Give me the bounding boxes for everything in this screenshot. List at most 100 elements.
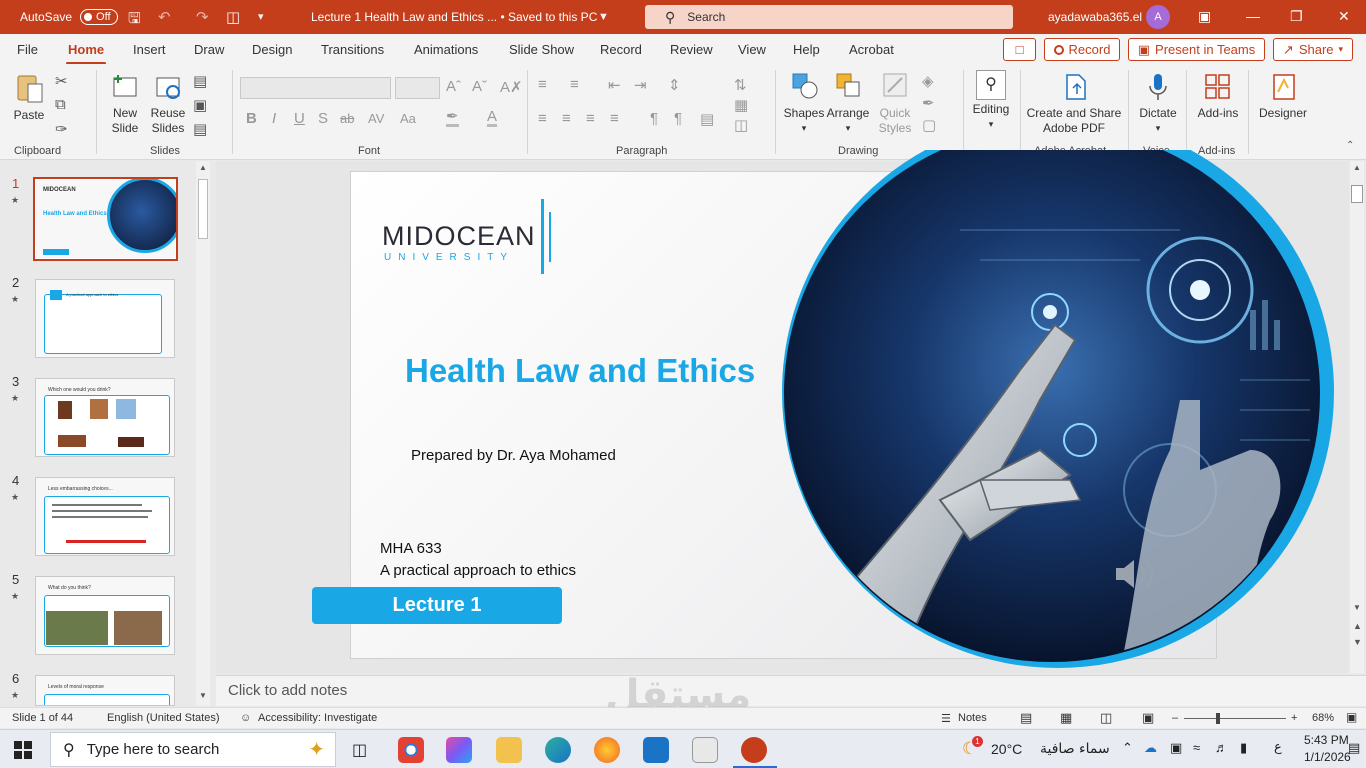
font-size-combo[interactable]	[395, 77, 440, 99]
dictate-button[interactable]: Dictate ▾	[1136, 72, 1180, 136]
new-slide-button[interactable]: New Slide	[104, 72, 146, 136]
weather-temp[interactable]: 20°C	[991, 741, 1022, 757]
slide-sorter-icon[interactable]: ▦	[1060, 710, 1072, 726]
present-in-teams-button[interactable]: ▣ Present in Teams	[1128, 38, 1265, 61]
battery-icon[interactable]: ▮	[1240, 740, 1247, 756]
increase-indent-icon[interactable]: ⇥	[634, 76, 647, 94]
thumbnail-scrollbar[interactable]: ▲ ▼	[196, 161, 210, 706]
copy-icon[interactable]: ⧉	[55, 96, 66, 113]
editing-button[interactable]: ⚲ Editing ▾	[970, 70, 1012, 132]
scroll-up-icon[interactable]: ▲	[199, 163, 207, 172]
notes-toggle[interactable]: Notes	[958, 712, 987, 724]
powerpoint-icon[interactable]	[741, 737, 767, 763]
account-name[interactable]: ayadawaba365.el	[1048, 10, 1142, 24]
numbering-icon[interactable]: ≡	[570, 76, 579, 93]
meet-now-icon[interactable]: ▣	[1170, 740, 1182, 756]
slide-count[interactable]: Slide 1 of 44	[12, 712, 73, 724]
align-left-icon[interactable]: ≡	[538, 110, 547, 127]
font-name-combo[interactable]	[240, 77, 391, 99]
tray-chevron-icon[interactable]: ⌃	[1122, 740, 1133, 756]
onedrive-icon[interactable]: ☁	[1144, 740, 1157, 756]
bullets-icon[interactable]: ≡	[538, 76, 547, 93]
autosave-control[interactable]: AutoSave Off	[20, 9, 119, 25]
redo-icon[interactable]: ↷	[196, 8, 209, 26]
wifi-icon[interactable]: ≈	[1193, 740, 1200, 755]
tab-record[interactable]: Record	[600, 42, 642, 57]
notifications-icon[interactable]: ▤	[1348, 740, 1360, 756]
title-chevron-icon[interactable]: ▼	[598, 11, 609, 23]
align-right-icon[interactable]: ≡	[586, 110, 595, 127]
search-box[interactable]: ⚲ Search	[645, 5, 1013, 29]
slide-scroll-thumb[interactable]	[1351, 185, 1363, 203]
shape-outline-icon[interactable]: ✒	[922, 94, 935, 112]
slide-thumbnail-4[interactable]: Less embarrassing choices...	[35, 477, 175, 556]
reading-view-icon[interactable]: ◫	[1100, 710, 1112, 726]
document-title[interactable]: Lecture 1 Health Law and Ethics ... • Sa…	[311, 10, 597, 24]
notes-pane[interactable]: Click to add notes	[216, 675, 1366, 706]
increase-font-icon[interactable]: Aˆ	[446, 78, 461, 95]
edge-icon[interactable]	[545, 737, 571, 763]
tab-home[interactable]: Home	[65, 42, 107, 65]
tab-draw[interactable]: Draw	[194, 42, 224, 57]
next-slide-icon[interactable]: ▼	[1353, 637, 1362, 647]
customize-toolbar-chevron-icon[interactable]: ▾	[258, 10, 264, 23]
tab-transitions[interactable]: Transitions	[321, 42, 384, 57]
zoom-in-icon[interactable]: +	[1291, 712, 1297, 724]
slide-scrollbar[interactable]: ▲ ▼ ▲ ▼	[1350, 161, 1364, 673]
format-painter-icon[interactable]: ✑	[55, 120, 68, 138]
taskbar-search[interactable]: ⚲ Type here to search ✦	[50, 732, 336, 767]
shape-effects-icon[interactable]: ▢	[922, 116, 936, 134]
slide-thumbnail-6[interactable]: Levels of moral response	[35, 675, 175, 706]
clock-time[interactable]: 5:43 PM	[1304, 733, 1349, 747]
highlight-icon[interactable]: ✒	[446, 109, 459, 127]
rtl-icon[interactable]: ¶	[674, 110, 682, 127]
input-language[interactable]: ع	[1274, 740, 1282, 755]
add-ins-button[interactable]: Add-ins	[1194, 72, 1242, 121]
ribbon-display-icon[interactable]: ▣	[1198, 8, 1211, 25]
windows-start-icon[interactable]	[14, 741, 32, 759]
bold-icon[interactable]: B	[246, 110, 257, 127]
create-share-pdf-button[interactable]: Create and Share Adobe PDF	[1024, 72, 1124, 136]
change-case-icon[interactable]: Aa	[400, 111, 416, 126]
italic-icon[interactable]: I	[272, 110, 276, 127]
ltr-icon[interactable]: ¶	[650, 110, 658, 127]
underline-icon[interactable]: U	[294, 110, 305, 127]
close-icon[interactable]: ✕	[1338, 8, 1350, 25]
normal-view-icon[interactable]: ▤	[1020, 710, 1032, 726]
zoom-level[interactable]: 68%	[1312, 712, 1334, 724]
strikethrough-icon[interactable]: ab	[340, 111, 354, 126]
fit-slide-icon[interactable]: ▣	[1346, 710, 1357, 724]
section-icon[interactable]: ▤	[193, 120, 207, 138]
tab-animations[interactable]: Animations	[414, 42, 478, 57]
language-status[interactable]: English (United States)	[107, 712, 220, 724]
shapes-button[interactable]: Shapes ▾	[783, 70, 825, 136]
comments-button[interactable]: □	[1003, 38, 1036, 61]
reset-icon[interactable]: ▣	[193, 96, 207, 114]
scroll-up-icon[interactable]: ▲	[1353, 163, 1361, 172]
chrome-icon[interactable]	[398, 737, 424, 763]
slide-thumbnail-5[interactable]: What do you think?	[35, 576, 175, 655]
scroll-down-icon[interactable]: ▼	[1353, 603, 1361, 612]
align-text-icon[interactable]: ▦	[734, 96, 748, 114]
firefox-icon[interactable]	[594, 737, 620, 763]
tab-review[interactable]: Review	[670, 42, 713, 57]
text-direction-icon[interactable]: ⇅	[734, 76, 747, 94]
share-button[interactable]: ↗ Share ▾	[1273, 38, 1353, 61]
paste-button[interactable]: Paste	[10, 72, 48, 123]
zoom-slider[interactable]	[1184, 718, 1286, 719]
smartart-icon[interactable]: ◫	[734, 116, 748, 134]
tab-help[interactable]: Help	[793, 42, 820, 57]
thumbnail-scroll-thumb[interactable]	[198, 179, 208, 239]
character-spacing-icon[interactable]: AV	[368, 111, 384, 126]
scroll-down-icon[interactable]: ▼	[199, 691, 207, 700]
autosave-toggle[interactable]: Off	[80, 9, 119, 25]
slide-thumbnail-3[interactable]: Which one would you drink?	[35, 378, 175, 457]
line-spacing-icon[interactable]: ⇕	[668, 76, 681, 94]
zoom-out-icon[interactable]: –	[1172, 712, 1178, 724]
tab-slide-show[interactable]: Slide Show	[509, 42, 574, 57]
undo-icon[interactable]: ↶	[158, 8, 171, 26]
justify-icon[interactable]: ≡	[610, 110, 619, 127]
slide-thumbnail-2[interactable]: A practical approach to ethics	[35, 279, 175, 358]
decrease-font-icon[interactable]: Aˇ	[472, 78, 487, 95]
clear-formatting-icon[interactable]: A✗	[500, 78, 523, 96]
